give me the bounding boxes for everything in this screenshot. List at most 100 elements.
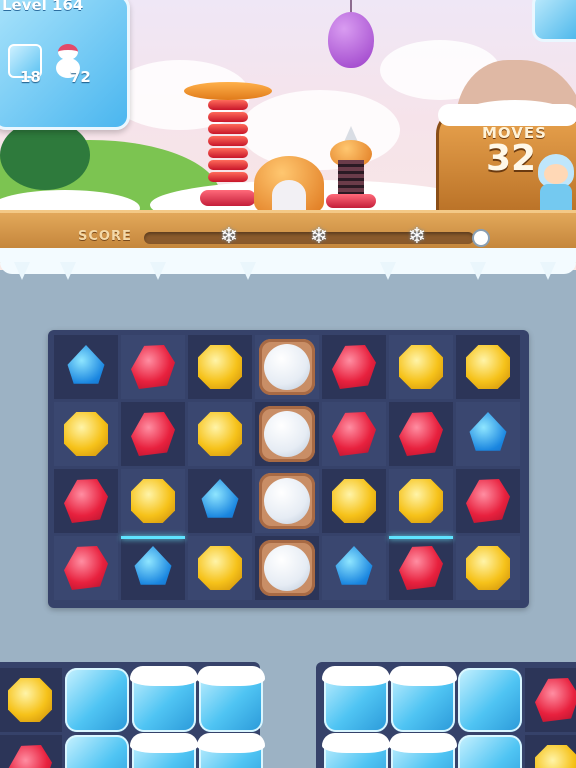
ice-block[interactable] — [458, 735, 522, 768]
board-cell[interactable] — [255, 402, 319, 466]
lower-right-board — [316, 662, 576, 768]
board-cell[interactable] — [322, 402, 386, 466]
snow-cover — [197, 666, 265, 686]
yellow-gem[interactable] — [198, 412, 242, 456]
ice-block[interactable] — [458, 668, 522, 732]
board-cell[interactable] — [121, 536, 185, 600]
yellow-gem[interactable] — [131, 479, 175, 523]
icicle — [470, 262, 486, 280]
snow-cover — [322, 733, 390, 753]
ice-block[interactable] — [65, 735, 129, 768]
red-gem[interactable] — [332, 412, 376, 456]
ice-block[interactable] — [65, 668, 129, 732]
yellow-gem[interactable] — [535, 745, 576, 768]
red-gem[interactable] — [535, 678, 576, 722]
spring-coil — [208, 136, 248, 146]
board-cell[interactable] — [255, 536, 319, 600]
yellow-gem[interactable] — [198, 546, 242, 590]
cell-highlight — [389, 536, 453, 539]
red-gem[interactable] — [466, 479, 510, 523]
avatar-icon — [536, 154, 576, 214]
board-cell[interactable] — [54, 536, 118, 600]
moves-counter: 32 — [486, 138, 537, 179]
green-bush — [0, 120, 90, 190]
board-cell[interactable] — [255, 335, 319, 399]
icicle — [240, 262, 256, 280]
board-cell[interactable] — [456, 402, 520, 466]
board-cell[interactable] — [188, 469, 252, 533]
board-cell[interactable] — [0, 735, 62, 768]
score-label: SCORE — [78, 229, 132, 244]
red-gem[interactable] — [64, 479, 108, 523]
icicle — [150, 262, 166, 280]
score-star-icon: ❄ — [219, 224, 239, 249]
board-cell[interactable] — [121, 335, 185, 399]
board-cell[interactable] — [322, 469, 386, 533]
board-cell[interactable] — [0, 668, 62, 732]
board-cell[interactable] — [188, 402, 252, 466]
ice-block[interactable] — [197, 666, 265, 732]
blue-gem[interactable] — [201, 479, 239, 518]
spring-base — [200, 190, 256, 206]
balloon-icon[interactable] — [328, 12, 374, 68]
icicle — [14, 262, 30, 280]
board-cell[interactable] — [54, 335, 118, 399]
cell-highlight — [121, 536, 185, 539]
blue-gem[interactable] — [335, 546, 373, 585]
red-gem[interactable] — [131, 412, 175, 456]
board-cell[interactable] — [389, 402, 453, 466]
pause-ice-button[interactable] — [532, 0, 576, 42]
yellow-gem[interactable] — [64, 412, 108, 456]
board-cell[interactable] — [255, 469, 319, 533]
snowball-blocker — [264, 411, 310, 457]
ice-block[interactable] — [130, 733, 198, 768]
blue-gem[interactable] — [469, 412, 507, 451]
red-gem[interactable] — [8, 745, 52, 768]
ice-block[interactable] — [130, 666, 198, 732]
board-cell[interactable] — [121, 402, 185, 466]
board-cell[interactable] — [389, 469, 453, 533]
yellow-gem[interactable] — [198, 345, 242, 389]
ice-block[interactable] — [322, 733, 390, 768]
dome-door — [272, 180, 306, 210]
board-cell[interactable] — [322, 536, 386, 600]
red-gem[interactable] — [399, 412, 443, 456]
board-cell[interactable] — [456, 469, 520, 533]
red-gem[interactable] — [332, 345, 376, 389]
board-cell[interactable] — [389, 536, 453, 600]
board-cell[interactable] — [121, 469, 185, 533]
ice-block[interactable] — [389, 733, 457, 768]
ice-block[interactable] — [322, 666, 390, 732]
board-cell[interactable] — [525, 735, 576, 768]
board-cell[interactable] — [188, 335, 252, 399]
blue-gem[interactable] — [134, 546, 172, 585]
board-cell[interactable] — [456, 536, 520, 600]
board-cell[interactable] — [54, 469, 118, 533]
blue-gem[interactable] — [67, 345, 105, 384]
yellow-gem[interactable] — [466, 546, 510, 590]
avatar-face — [544, 164, 568, 184]
yellow-gem[interactable] — [399, 479, 443, 523]
spring-coil — [208, 148, 248, 158]
ice-block[interactable] — [389, 666, 457, 732]
board-cell[interactable] — [54, 402, 118, 466]
ice-block[interactable] — [197, 733, 265, 768]
goal-ice-count: 18 — [20, 68, 41, 86]
snow-cover — [197, 733, 265, 753]
red-gem[interactable] — [399, 546, 443, 590]
board-cell[interactable] — [456, 335, 520, 399]
drill-body — [338, 160, 364, 196]
board-cell[interactable] — [525, 668, 576, 732]
board-cell[interactable] — [188, 536, 252, 600]
board-cell[interactable] — [389, 335, 453, 399]
yellow-gem[interactable] — [399, 345, 443, 389]
yellow-gem[interactable] — [332, 479, 376, 523]
yellow-gem[interactable] — [8, 678, 52, 722]
spring-coil — [208, 112, 248, 122]
spring-coil — [208, 100, 248, 110]
snow-band — [0, 248, 576, 274]
yellow-gem[interactable] — [466, 345, 510, 389]
board-cell[interactable] — [322, 335, 386, 399]
red-gem[interactable] — [131, 345, 175, 389]
red-gem[interactable] — [64, 546, 108, 590]
